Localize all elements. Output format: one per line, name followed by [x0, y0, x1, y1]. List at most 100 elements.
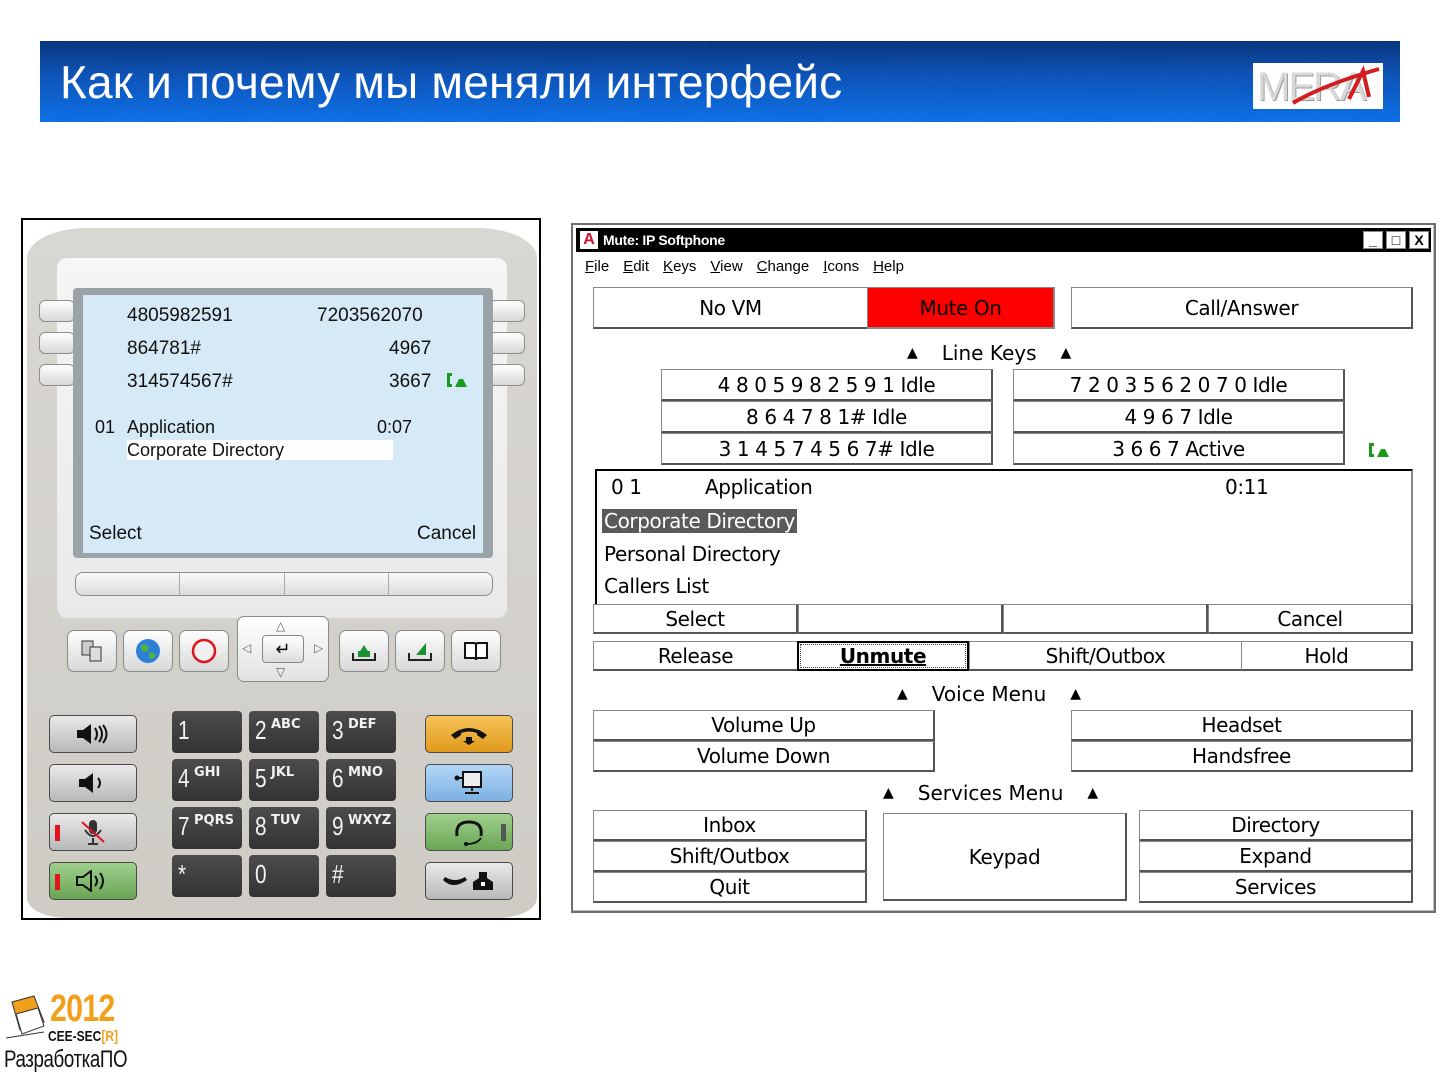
- menu-item-corporate-directory[interactable]: Corporate Directory: [602, 509, 797, 533]
- softkey-cancel[interactable]: Cancel: [1208, 604, 1413, 634]
- nav-up-icon[interactable]: △: [276, 619, 285, 633]
- menu-item-personal-directory[interactable]: Personal Directory: [604, 542, 781, 566]
- menu-item-callers-list[interactable]: Callers List: [604, 574, 709, 598]
- nav-down-icon[interactable]: ▽: [276, 665, 285, 679]
- inbox-button[interactable]: Inbox: [593, 810, 867, 841]
- collapse-line-keys-icon[interactable]: ▲: [907, 345, 918, 361]
- softphone-window: A Mute: IP Softphone _ □ X File Edit Key…: [571, 223, 1436, 913]
- call-answer-button[interactable]: Call/Answer: [1071, 287, 1413, 329]
- conference-logo: 2012 CEE-SEC[R] РазработкаПО: [4, 988, 154, 1078]
- line-key-left-2[interactable]: [39, 332, 75, 354]
- key-0[interactable]: 0: [249, 855, 319, 897]
- volume-up-button[interactable]: [49, 715, 137, 753]
- line-key-3[interactable]: 8 6 4 7 8 1# Idle: [661, 401, 993, 433]
- nav-left-icon[interactable]: ◁: [242, 641, 251, 655]
- softkey-4[interactable]: [389, 573, 492, 595]
- nav-right-icon[interactable]: ▷: [314, 641, 323, 655]
- key-star[interactable]: *: [172, 855, 242, 897]
- conference-button[interactable]: [425, 764, 513, 802]
- softkey-3[interactable]: [285, 573, 389, 595]
- hardphone-image: 4805982591 7203562070 864781# 4967 31457…: [21, 218, 541, 920]
- selected-menu-item[interactable]: Corporate Directory: [127, 440, 393, 460]
- headset-button[interactable]: Headset: [1071, 710, 1413, 741]
- mute-status-button[interactable]: Mute On: [867, 287, 1055, 329]
- line-3-left: 314574567#: [127, 371, 233, 392]
- collapse-services-menu-icon-right[interactable]: ▲: [1087, 785, 1098, 801]
- softkey-select[interactable]: Select: [593, 604, 798, 634]
- feature-buttons-row: △ ▽ ◁ ▷ ↵: [67, 616, 507, 682]
- keypad-button[interactable]: Keypad: [883, 813, 1127, 901]
- title-bar: A Mute: IP Softphone _ □ X: [576, 228, 1431, 252]
- mute-button[interactable]: [49, 813, 137, 851]
- key-1[interactable]: 1: [172, 711, 242, 753]
- line-key-5[interactable]: 3 1 4 5 7 4 5 6 7# Idle: [661, 433, 993, 465]
- menu-edit[interactable]: Edit: [623, 258, 649, 275]
- menu-keys[interactable]: Keys: [663, 258, 696, 275]
- line-key-right-1[interactable]: [489, 300, 525, 322]
- web-button[interactable]: [123, 630, 173, 672]
- unmute-button[interactable]: Unmute: [797, 641, 969, 671]
- expand-button[interactable]: Expand: [1139, 841, 1413, 872]
- quit-button[interactable]: Quit: [593, 872, 867, 903]
- line-key-left-1[interactable]: [39, 300, 75, 322]
- collapse-voice-menu-icon-right[interactable]: ▲: [1070, 686, 1081, 702]
- phone-display: 4805982591 7203562070 864781# 4967 31457…: [83, 295, 483, 553]
- outbox-button[interactable]: [395, 630, 445, 672]
- key-6[interactable]: 6 MNO: [326, 759, 396, 801]
- menu-change[interactable]: Change: [757, 258, 810, 275]
- collapse-line-keys-icon-right[interactable]: ▲: [1061, 345, 1072, 361]
- key-9[interactable]: 9 WXYZ: [326, 807, 396, 849]
- softkey-1[interactable]: [76, 573, 181, 595]
- services-button[interactable]: Services: [1139, 872, 1413, 903]
- menu-view[interactable]: View: [710, 258, 742, 275]
- key-3[interactable]: 3 DEF: [326, 711, 396, 753]
- key-8[interactable]: 8 TUV: [249, 807, 319, 849]
- softkey-strip: [75, 572, 493, 596]
- release-button[interactable]: Release: [593, 641, 799, 671]
- volume-up-button[interactable]: Volume Up: [593, 710, 935, 741]
- line-key-2[interactable]: 7 2 0 3 5 6 2 0 7 0 Idle: [1013, 369, 1345, 401]
- headset-button[interactable]: [425, 813, 513, 851]
- maximize-button[interactable]: □: [1386, 231, 1406, 249]
- notebook-icon: [5, 995, 45, 1039]
- line-key-right-3[interactable]: [489, 364, 525, 386]
- handsfree-button[interactable]: Handsfree: [1071, 741, 1413, 772]
- release-button[interactable]: [425, 715, 513, 753]
- directory-button[interactable]: [451, 630, 501, 672]
- voicemail-button[interactable]: No VM: [593, 287, 869, 329]
- menu-file[interactable]: File: [585, 258, 609, 275]
- inbox-button[interactable]: [339, 630, 389, 672]
- services-shift-outbox-button[interactable]: Shift/Outbox: [593, 841, 867, 872]
- release-handset-icon: [451, 728, 487, 745]
- menu-icons[interactable]: Icons: [823, 258, 859, 275]
- directory-button[interactable]: Directory: [1139, 810, 1413, 841]
- contacts-button[interactable]: [67, 630, 117, 672]
- volume-down-button[interactable]: Volume Down: [593, 741, 935, 772]
- menu-help[interactable]: Help: [873, 258, 904, 275]
- navigation-pad[interactable]: △ ▽ ◁ ▷ ↵: [237, 616, 329, 682]
- volume-down-button[interactable]: [49, 764, 137, 802]
- collapse-voice-menu-icon[interactable]: ▲: [897, 686, 908, 702]
- line-key-left-3[interactable]: [39, 364, 75, 386]
- line-key-right-2[interactable]: [489, 332, 525, 354]
- key-2[interactable]: 2 ABC: [249, 711, 319, 753]
- handset-button[interactable]: [425, 862, 513, 900]
- minimize-button[interactable]: _: [1363, 231, 1383, 249]
- nav-enter-icon[interactable]: ↵: [262, 635, 304, 663]
- close-button[interactable]: X: [1409, 231, 1429, 249]
- key-hash[interactable]: #: [326, 855, 396, 897]
- key-5[interactable]: 5 JKL: [249, 759, 319, 801]
- collapse-services-menu-icon[interactable]: ▲: [883, 785, 894, 801]
- softkey-2[interactable]: [798, 604, 1003, 634]
- line-key-4[interactable]: 4 9 6 7 Idle: [1013, 401, 1345, 433]
- key-4[interactable]: 4 GHI: [172, 759, 242, 801]
- hold-button[interactable]: Hold: [1241, 641, 1413, 671]
- softkey-2[interactable]: [180, 573, 285, 595]
- shift-outbox-button[interactable]: Shift/Outbox: [969, 641, 1243, 671]
- line-key-6[interactable]: 3 6 6 7 Active: [1013, 433, 1345, 465]
- stop-button[interactable]: [179, 630, 229, 672]
- line-key-1[interactable]: 4 8 0 5 9 8 2 5 9 1 Idle: [661, 369, 993, 401]
- speaker-button[interactable]: [49, 862, 137, 900]
- softkey-3[interactable]: [1003, 604, 1208, 634]
- key-7[interactable]: 7 PQRS: [172, 807, 242, 849]
